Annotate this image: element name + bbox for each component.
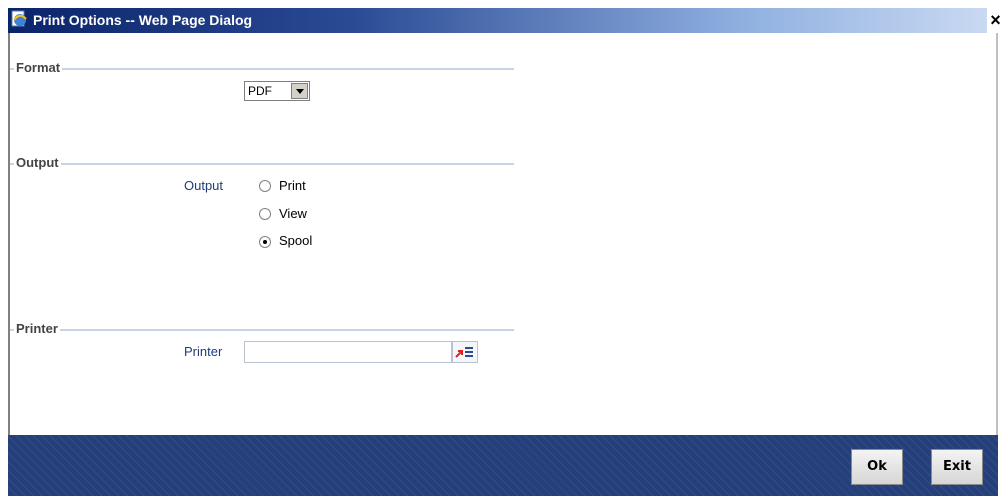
ok-button[interactable]: Ok	[851, 449, 903, 485]
output-section-title: Output	[14, 155, 61, 170]
window-frame-right	[996, 33, 998, 496]
close-button[interactable]: ×	[987, 9, 1004, 31]
title-bar: Print Options -- Web Page Dialog ×	[0, 0, 1004, 33]
radio-print-label[interactable]: Print	[279, 178, 306, 193]
window-frame-left	[8, 33, 10, 496]
radio-print[interactable]	[259, 180, 271, 192]
printer-input[interactable]	[244, 341, 452, 363]
output-section-divider	[10, 163, 514, 165]
format-select-value: PDF	[248, 84, 272, 98]
exit-button[interactable]: Exit	[931, 449, 983, 485]
list-of-values-button[interactable]	[452, 341, 478, 363]
printer-field-label: Printer	[184, 344, 223, 359]
format-section-title: Format	[14, 60, 63, 75]
list-of-values-icon	[455, 347, 473, 358]
radio-view-label[interactable]: View	[279, 206, 307, 221]
chevron-down-icon[interactable]	[291, 83, 308, 99]
window-title: Print Options -- Web Page Dialog	[33, 12, 253, 28]
radio-spool[interactable]	[259, 236, 271, 248]
output-field-label: Output	[184, 178, 224, 193]
format-section-divider	[10, 68, 514, 70]
printer-section-divider	[10, 329, 514, 331]
printer-section-title: Printer	[14, 321, 60, 336]
radio-view[interactable]	[259, 208, 271, 220]
ie-page-icon	[10, 10, 28, 28]
format-select[interactable]: PDF	[244, 81, 310, 101]
dialog-footer	[8, 435, 998, 496]
radio-spool-label[interactable]: Spool	[279, 233, 312, 248]
